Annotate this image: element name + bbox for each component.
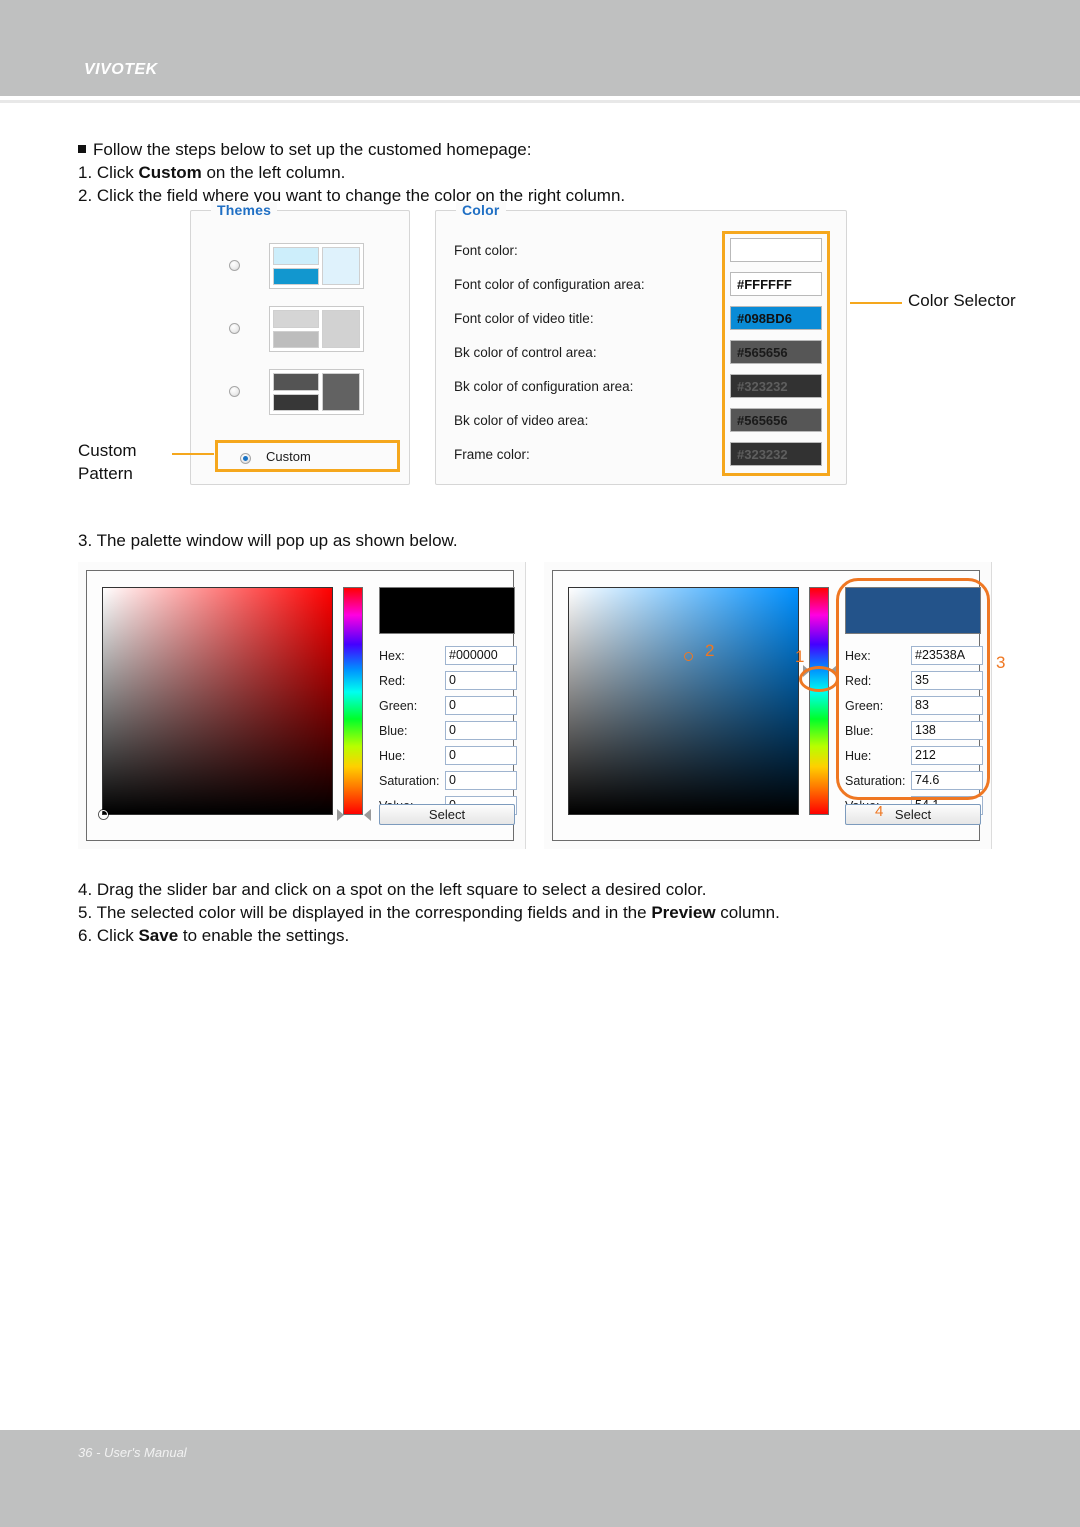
- brand-logo: VIVOTEK: [84, 61, 158, 78]
- palette-field-label: Blue:: [379, 723, 408, 738]
- color-swatch-field[interactable]: #FFFFFF: [730, 272, 822, 296]
- palette-field-label: Hex:: [379, 648, 405, 663]
- custom-label: Custom: [266, 448, 311, 464]
- themes-legend: Themes: [211, 202, 278, 218]
- theme-option-2[interactable]: [191, 298, 411, 356]
- color-row-label: Bk color of configuration area:: [454, 369, 633, 403]
- palette-field-input[interactable]: 0: [445, 696, 517, 715]
- custom-pattern-callout-line2: Pattern: [78, 464, 133, 483]
- palette-left-body: Hex: #000000 Red: 0 Green: 0 Blue: 0 Hue: 0 Satura…: [86, 570, 517, 841]
- theme-thumbnail-1[interactable]: [269, 243, 364, 289]
- palette-right-body: Hex: #23538A Red: 35 Green: 83 Blue: 138 Hue: 212…: [552, 570, 1005, 841]
- palette-field-label: Green:: [379, 698, 418, 713]
- color-field-label: Font color of configuration area:: [454, 276, 645, 292]
- palette-field-label: Red:: [379, 673, 406, 688]
- theme-thumbnail-2[interactable]: [269, 306, 364, 352]
- header-divider: [0, 100, 1080, 103]
- annotation-number-3: 3: [996, 653, 1006, 672]
- theme-radio-1[interactable]: [229, 260, 240, 271]
- theme-option-3[interactable]: [191, 361, 411, 419]
- palette-window-left: Hex: #000000 Red: 0 Green: 0 Blue: 0 Hue: 0 Satura…: [78, 562, 526, 849]
- color-field-label: Font color of video title:: [454, 310, 594, 326]
- custom-pattern-callout-line: [172, 453, 214, 455]
- color-row-label: Frame color:: [454, 437, 530, 471]
- palette-right-hue-slider[interactable]: [809, 587, 829, 815]
- instruction-step-6: 6. Click Save to enable the settings.: [78, 926, 350, 945]
- palette-right-select-button[interactable]: Select: [845, 804, 981, 825]
- color-swatch-field[interactable]: #565656: [730, 340, 822, 364]
- palette-field-row: Hex: #000000: [379, 643, 517, 668]
- color-row-label: Bk color of control area:: [454, 335, 597, 369]
- palette-field-input[interactable]: 0: [445, 746, 517, 765]
- palette-right-sv-square[interactable]: [568, 587, 799, 815]
- color-field-label: Bk color of configuration area:: [454, 378, 634, 394]
- theme-option-1[interactable]: [191, 235, 411, 293]
- palette-window-right: Hex: #23538A Red: 35 Green: 83 Blue: 138 Hue: 212…: [544, 562, 1005, 849]
- instruction-step-4: 4. Drag the slider bar and click on a sp…: [78, 880, 707, 899]
- annotation-ellipse-hue: [799, 666, 839, 692]
- palette-field-input[interactable]: 0: [445, 671, 517, 690]
- theme-option-custom[interactable]: Custom: [215, 440, 400, 472]
- color-swatch-field[interactable]: [730, 238, 822, 262]
- palette-field-row: Saturation: 0: [379, 768, 517, 793]
- color-row-label: Font color of video title:: [454, 301, 594, 335]
- palette-field-label: Saturation:: [379, 773, 440, 788]
- instructions-tail-block: 4. Drag the slider bar and click on a sp…: [78, 878, 1008, 947]
- color-field-label: Bk color of video area:: [454, 412, 589, 428]
- color-panel: Color Font color: Font color of configura…: [435, 202, 847, 485]
- annotation-outline-fields: [836, 578, 990, 800]
- palette-field-row: Green: 0: [379, 693, 517, 718]
- instruction-step-3: 3. The palette window will pop up as sho…: [78, 531, 458, 550]
- color-field-label: Font color:: [454, 242, 518, 258]
- bullet-square-icon: [78, 145, 86, 153]
- color-legend: Color: [456, 202, 506, 218]
- color-row-label: Font color:: [454, 233, 518, 267]
- annotation-number-2: 2: [705, 641, 715, 660]
- palette-left-sv-marker[interactable]: [99, 810, 108, 819]
- instruction-step-1: 1. Click Custom on the left column.: [78, 163, 346, 182]
- color-swatch-field[interactable]: #323232: [730, 442, 822, 466]
- color-row-label: Bk color of video area:: [454, 403, 588, 437]
- color-field-label: Bk color of control area:: [454, 344, 597, 360]
- page-header: [0, 0, 1080, 96]
- palette-right-select-label: Select: [894, 807, 932, 822]
- footer-label: 36 - User's Manual: [78, 1445, 187, 1460]
- theme-radio-2[interactable]: [229, 323, 240, 334]
- palette-field-row: Hue: 0: [379, 743, 517, 768]
- palette-field-row: Red: 0: [379, 668, 517, 693]
- color-selector-callout-line: [850, 302, 902, 304]
- custom-pattern-callout-line1: Custom: [78, 441, 137, 460]
- palette-left-select-button[interactable]: Select: [379, 804, 515, 825]
- color-row-label: Font color of configuration area:: [454, 267, 645, 301]
- theme-radio-3[interactable]: [229, 386, 240, 397]
- color-swatch-field[interactable]: #323232: [730, 374, 822, 398]
- palette-right-sv-marker[interactable]: [684, 651, 694, 661]
- palette-field-input[interactable]: 0: [445, 721, 517, 740]
- palette-left-sv-square[interactable]: [99, 587, 333, 819]
- palette-field-input[interactable]: #000000: [445, 646, 517, 665]
- instruction-bullet: Follow the steps below to set up the cus…: [78, 138, 978, 161]
- palette-left-hue-handle[interactable]: [337, 809, 371, 821]
- annotation-number-4: 4: [875, 803, 884, 820]
- custom-radio[interactable]: [240, 453, 251, 464]
- instruction-step-5: 5. The selected color will be displayed …: [78, 903, 780, 922]
- instructions-block: Follow the steps below to set up the cus…: [78, 138, 978, 207]
- annotation-number-1: 1: [795, 647, 805, 666]
- palette-field-row: Blue: 0: [379, 718, 517, 743]
- color-swatch-field[interactable]: #565656: [730, 408, 822, 432]
- palette-field-label: Hue:: [379, 748, 406, 763]
- color-swatch-field[interactable]: #098BD6: [730, 306, 822, 330]
- palette-left-select-label: Select: [428, 807, 466, 822]
- palette-field-input[interactable]: 0: [445, 771, 517, 790]
- color-selector-callout-label: Color Selector: [908, 291, 1016, 310]
- themes-panel: Themes Custom: [190, 202, 411, 485]
- theme-thumbnail-3[interactable]: [269, 369, 364, 415]
- color-field-label: Frame color:: [454, 446, 530, 462]
- palette-left-hue-slider[interactable]: [343, 587, 363, 815]
- palette-left-preview: [379, 587, 515, 634]
